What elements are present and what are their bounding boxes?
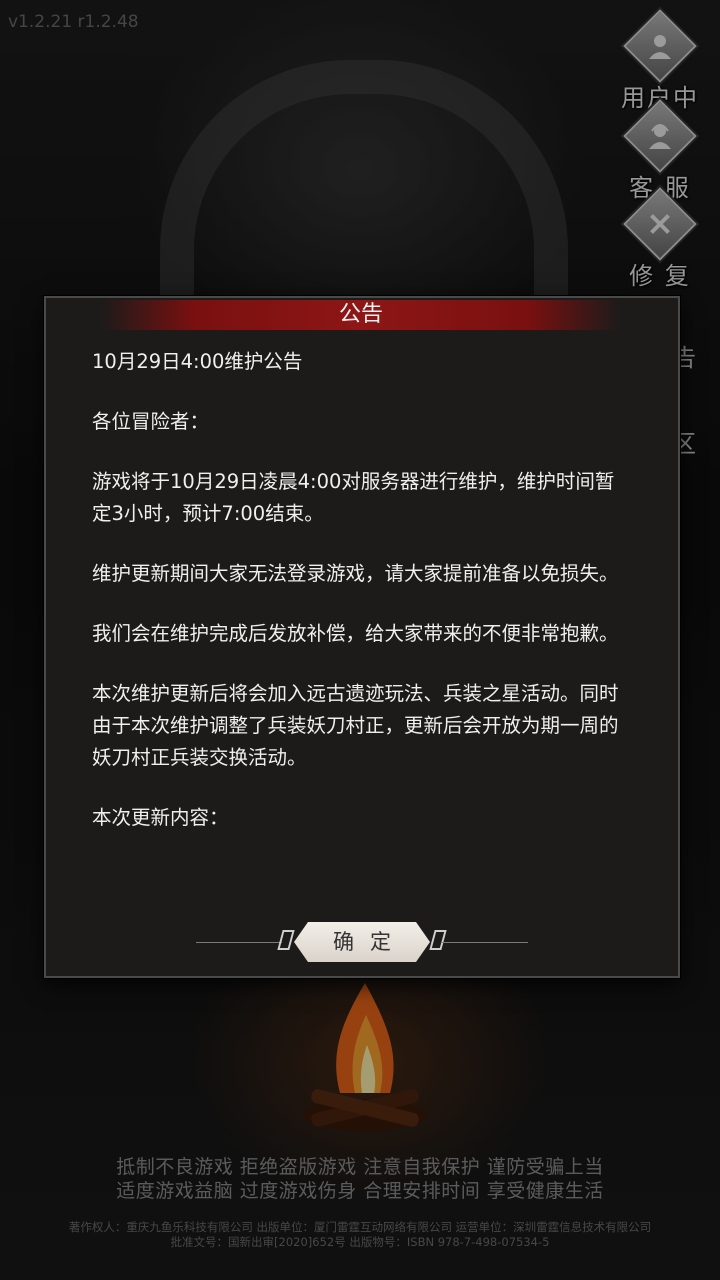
announcement-paragraph: 维护更新期间大家无法登录游戏，请大家提前准备以免损失。 [92, 562, 619, 585]
announcement-content[interactable]: 10月29日4:00维护公告 各位冒险者： 游戏将于10月29日凌晨4:00对服… [92, 346, 632, 886]
announcement-dialog: 公告 10月29日4:00维护公告 各位冒险者： 游戏将于10月29日凌晨4:0… [44, 296, 680, 978]
button-ornament-right [429, 930, 447, 950]
announcement-paragraph: 本次更新内容： [92, 806, 229, 829]
announcement-paragraph: 各位冒险者： [92, 410, 210, 433]
announcement-paragraph: 本次维护更新后将会加入远古遗迹玩法、兵装之星活动。同时由于本次维护调整了兵装妖刀… [92, 682, 619, 769]
button-ornament-left [277, 930, 295, 950]
announcement-paragraph: 我们会在维护完成后发放补偿，给大家带来的不便非常抱歉。 [92, 622, 619, 645]
announcement-paragraph: 10月29日4:00维护公告 [92, 350, 303, 373]
divider-right [442, 942, 528, 943]
dialog-title: 公告 [101, 300, 621, 330]
divider-left [196, 942, 282, 943]
confirm-button[interactable]: 确定 [294, 922, 430, 962]
confirm-row: 确定 [46, 920, 678, 966]
announcement-paragraph: 游戏将于10月29日凌晨4:00对服务器进行维护，维护时间暂定3小时，预计7:0… [92, 470, 615, 525]
